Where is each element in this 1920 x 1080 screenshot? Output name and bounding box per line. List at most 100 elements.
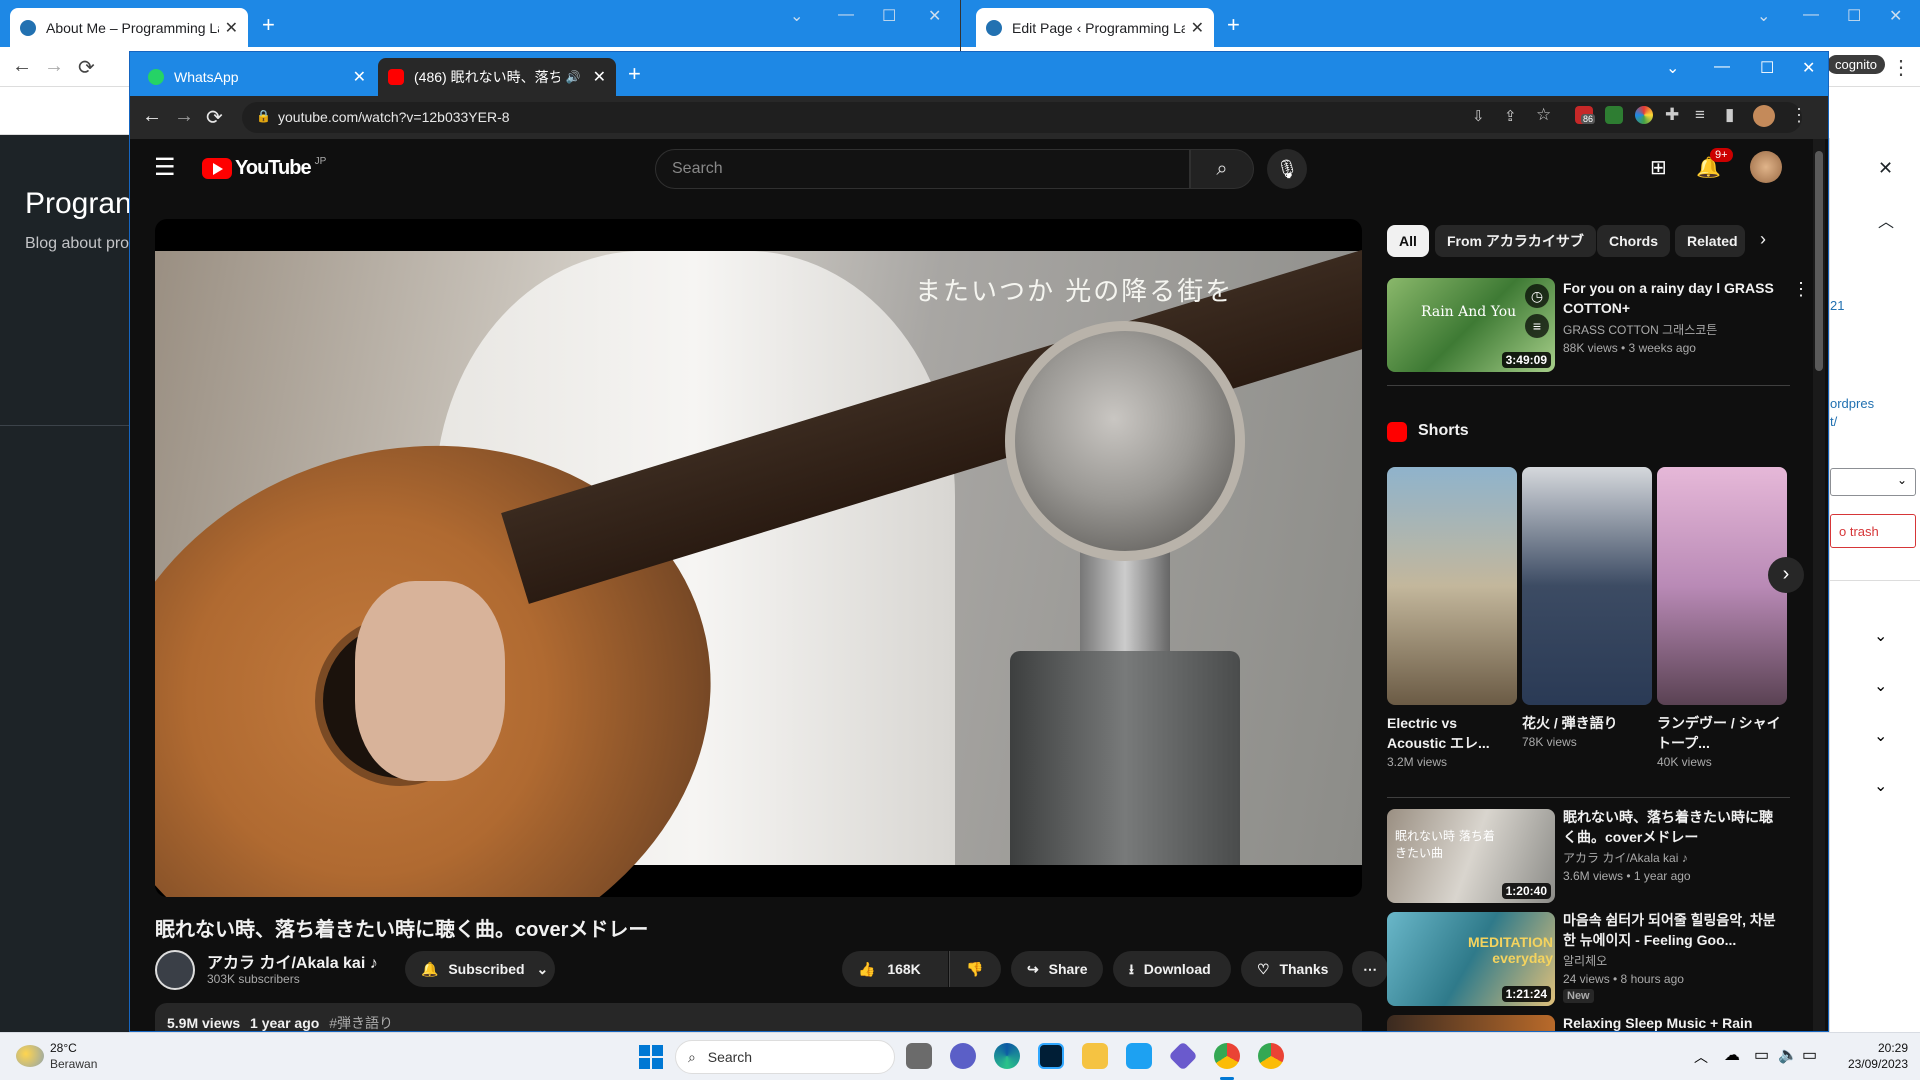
channel-name[interactable]: GRASS COTTON 그래스코튼	[1563, 321, 1717, 339]
extension-color-icon[interactable]	[1635, 106, 1653, 124]
reload-icon[interactable]: ⟳	[206, 105, 223, 130]
volume-icon[interactable]: 🔈	[1778, 1045, 1798, 1065]
profile-avatar[interactable]	[1753, 105, 1775, 127]
menu-dots-icon[interactable]: ⋮	[1891, 55, 1911, 80]
teams-chat-icon[interactable]	[950, 1043, 976, 1069]
video-thumbnail[interactable]	[1387, 1015, 1555, 1031]
install-icon[interactable]: ⇩	[1472, 107, 1485, 125]
chevron-right-icon[interactable]: ›	[1760, 229, 1766, 250]
more-actions-icon[interactable]: ⋯	[1352, 951, 1388, 987]
bookmark-star-icon[interactable]: ☆	[1536, 105, 1551, 125]
video-title[interactable]: 마음속 쉼터가 되어줄 힐링음악, 차분한 뉴에이지 - Feeling Goo…	[1563, 910, 1778, 950]
app-hex-icon[interactable]	[1168, 1041, 1198, 1071]
chevron-down-icon[interactable]: ⌄	[1666, 58, 1679, 78]
weather-icon[interactable]	[16, 1045, 44, 1067]
chrome-icon[interactable]	[1214, 1043, 1240, 1069]
panel-link[interactable]: ordpres	[1830, 396, 1874, 411]
tab-youtube[interactable]: (486) 眠れない時、落ち着きた 🔊 ✕	[378, 58, 616, 96]
clock-time[interactable]: 20:29	[1838, 1041, 1908, 1055]
bg-tab-about-me[interactable]: About Me – Programming Langu ✕	[10, 8, 248, 47]
channel-name[interactable]: 알리체오	[1563, 952, 1607, 970]
youtube-logo[interactable]: YouTube JP	[202, 156, 326, 180]
more-vert-icon[interactable]: ⋮	[1792, 279, 1810, 300]
panel-link[interactable]: t/	[1830, 414, 1837, 429]
short-title[interactable]: Electric vs Acoustic エレ...	[1387, 713, 1512, 753]
subscribed-button[interactable]: 🔔 Subscribed ⌄	[405, 951, 555, 987]
microphone-icon[interactable]: 🎙	[1267, 149, 1307, 189]
clock-date[interactable]: 23/09/2023	[1838, 1057, 1908, 1071]
panel-link[interactable]: 21	[1830, 298, 1844, 313]
chip-chords[interactable]: Chords	[1597, 225, 1670, 257]
channel-avatar[interactable]	[155, 950, 195, 990]
close-icon[interactable]: ✕	[593, 67, 606, 87]
description-box[interactable]: 5.9M views 1 year ago #弾き語り	[155, 1003, 1362, 1031]
reload-icon[interactable]: ⟳	[78, 55, 95, 80]
menu-dots-icon[interactable]: ⋮	[1790, 105, 1808, 126]
close-icon[interactable]: ✕	[225, 18, 238, 38]
create-video-icon[interactable]: ⊞	[1650, 155, 1667, 180]
search-icon[interactable]: ⌕	[1190, 149, 1254, 189]
download-button[interactable]: ⭳ Download	[1113, 951, 1231, 987]
hashtag-link[interactable]: #弾き語り	[329, 1015, 393, 1031]
scrollbar-track[interactable]	[1813, 139, 1825, 1031]
maximize-icon[interactable]: ☐	[1847, 6, 1861, 26]
chevron-up-icon[interactable]: ︿	[1878, 208, 1894, 232]
dislike-button[interactable]: 👎	[949, 951, 1001, 987]
avatar[interactable]	[1750, 151, 1782, 183]
forward-icon[interactable]: →	[44, 55, 64, 78]
video-thumbnail[interactable]: MEDITATION everyday 1:21:24	[1387, 912, 1555, 1006]
chip-all[interactable]: All	[1387, 225, 1429, 257]
video-title[interactable]: 眠れない時、落ち着きたい時に聴く曲。coverメドレー	[1563, 807, 1778, 847]
search-input[interactable]: Search	[655, 149, 1190, 189]
maximize-icon[interactable]: ☐	[882, 6, 896, 26]
watch-later-icon[interactable]: ◷	[1525, 284, 1549, 308]
maximize-icon[interactable]: ☐	[1760, 58, 1774, 78]
new-tab-icon[interactable]: +	[628, 63, 641, 85]
video-player[interactable]: またいつか 光の降る街を	[155, 219, 1362, 897]
chevron-down-icon[interactable]: ⌄	[790, 6, 803, 26]
chevron-down-icon[interactable]: ⌄	[1874, 726, 1887, 746]
windows-start-icon[interactable]	[639, 1045, 663, 1069]
battery-icon[interactable]: ▭	[1802, 1045, 1817, 1065]
chevron-up-icon[interactable]: ︿	[1694, 1047, 1708, 1067]
taskbar-search-input[interactable]: ⌕ Search	[675, 1040, 895, 1074]
file-explorer-icon[interactable]	[1082, 1043, 1108, 1069]
photoshop-icon[interactable]	[1038, 1043, 1064, 1069]
add-to-queue-icon[interactable]: ≡	[1525, 314, 1549, 338]
share-icon[interactable]: ⇪	[1504, 107, 1517, 125]
tab-whatsapp[interactable]: WhatsApp ✕	[138, 58, 376, 96]
app-l-icon[interactable]	[1126, 1043, 1152, 1069]
task-view-icon[interactable]	[906, 1043, 932, 1069]
short-thumbnail[interactable]	[1657, 467, 1787, 705]
chevron-down-icon[interactable]: ⌄	[1874, 776, 1887, 796]
channel-name[interactable]: アカラ カイ/Akala kai ♪	[1563, 849, 1688, 867]
chip-related[interactable]: Related	[1675, 225, 1745, 257]
reading-list-icon[interactable]: ≡	[1695, 105, 1705, 125]
minimize-icon[interactable]: —	[838, 6, 854, 24]
video-title[interactable]: For you on a rainy day l GRASS COTTON+	[1563, 278, 1778, 318]
like-button[interactable]: 👍 168K	[842, 951, 948, 987]
chevron-down-icon[interactable]: ⌄	[1874, 626, 1887, 646]
extension-adblock-icon[interactable]: 86	[1575, 106, 1596, 124]
puzzle-icon[interactable]: ✚	[1665, 105, 1679, 125]
extension-icon[interactable]	[1605, 106, 1623, 124]
minimize-icon[interactable]: —	[1714, 58, 1730, 76]
sidepanel-icon[interactable]: ▮	[1725, 105, 1734, 125]
chip-from-channel[interactable]: From アカラカイサブ	[1435, 225, 1596, 257]
share-button[interactable]: ↪ Share	[1011, 951, 1103, 987]
forward-icon[interactable]: →	[174, 105, 194, 128]
chevron-right-icon[interactable]: ›	[1768, 557, 1804, 593]
close-icon[interactable]: ✕	[353, 67, 366, 87]
video-thumbnail[interactable]: 眠れない時 落ち着きたい曲 1:20:40	[1387, 809, 1555, 903]
speaker-icon[interactable]: 🔊	[566, 70, 581, 84]
new-tab-icon[interactable]: +	[1227, 14, 1240, 36]
move-to-trash-button[interactable]: o trash	[1830, 514, 1916, 548]
chrome-icon[interactable]	[1258, 1043, 1284, 1069]
short-thumbnail[interactable]	[1387, 467, 1517, 705]
address-bar[interactable]: 🔒 youtube.com/watch?v=12b033YER-8	[242, 102, 1802, 133]
edge-icon[interactable]	[994, 1043, 1020, 1069]
hamburger-menu-icon[interactable]: ☰	[154, 153, 176, 182]
thanks-button[interactable]: ♡ Thanks	[1241, 951, 1343, 987]
channel-name[interactable]: アカラ カイ/Akala kai ♪	[207, 949, 378, 973]
panel-select[interactable]: ⌄	[1830, 468, 1916, 496]
